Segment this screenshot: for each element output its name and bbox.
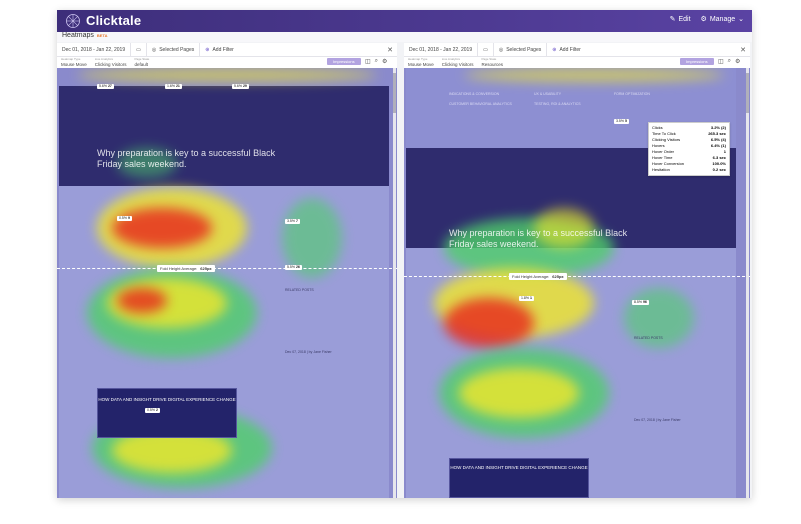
heat-blob (117, 288, 167, 313)
element-stats-tooltip: Clicks 3.2% (2) Time To Click 265.3 sec Cl… (648, 122, 730, 176)
page-state-select[interactable]: Page State Resources (477, 57, 507, 67)
edit-label: Edit (678, 15, 691, 23)
click-badge: 0.5% 2 (145, 408, 160, 413)
clicktale-logo-icon (66, 14, 80, 28)
heat-blob (459, 368, 579, 418)
click-badge: 1.8% 1 (519, 296, 534, 301)
pages-icon: ◎ (151, 46, 157, 53)
menu-item[interactable]: INDICATIONS & CONVERSION (449, 92, 499, 96)
page-hero (59, 86, 389, 186)
manage-button[interactable]: ⚙ Manage ⌄ (700, 15, 744, 24)
filter-bar: Dec 01, 2018 - Jan 22, 2019 ▭ ◎ Selected … (404, 43, 750, 57)
page-title: Heatmaps BETA (62, 32, 108, 39)
menu-item[interactable]: UX & USABILITY (534, 92, 561, 96)
pencil-icon: ✎ (669, 16, 676, 23)
heat-blob (77, 68, 377, 82)
fold-height-label: Fold Height Average: 625px (157, 265, 215, 272)
heat-blob (444, 298, 534, 348)
filter-bar: Dec 01, 2018 - Jan 22, 2019 ▭ ◎ Selected … (57, 43, 397, 57)
settings-icon[interactable]: ⚙ (735, 58, 740, 65)
zoom-icon[interactable]: ⌕ (728, 58, 731, 65)
device-selector[interactable]: ▭ (131, 43, 147, 56)
plus-icon: ⊕ (205, 46, 210, 53)
click-badge: 5.5% 26 (285, 265, 302, 270)
tooltip-row: Hesitation 0.2 sec (652, 167, 726, 172)
camera-icon[interactable]: ◫ (365, 58, 371, 65)
heat-blob (464, 68, 724, 82)
scroll-thumb[interactable] (393, 73, 396, 113)
heatmap-type-select[interactable]: Heatmap Type Mouse Move (57, 57, 91, 67)
selected-pages-filter[interactable]: ◎ Selected Pages (147, 43, 201, 56)
post-date-text: Dec 07, 2018 | by Jane Fisher (634, 418, 681, 422)
click-badge: 5.6% 29 (232, 84, 249, 89)
left-scrollbar[interactable] (393, 68, 396, 498)
fold-line (57, 268, 397, 269)
edit-button[interactable]: ✎ Edit (669, 15, 691, 24)
heatmap-viewport: Why preparation is key to a successful B… (57, 68, 397, 498)
promo-banner: HOW DATA AND INSIGHT DRIVE DIGITAL EXPER… (97, 388, 237, 438)
settings-icon[interactable]: ⚙ (382, 58, 387, 65)
page-state-select[interactable]: Page State default (130, 57, 153, 67)
device-selector[interactable]: ▭ (478, 43, 494, 56)
beta-badge: BETA (96, 32, 108, 38)
impressions-button[interactable]: Impressions (680, 58, 714, 65)
post-date-text: Dec 07, 2018 | by Jane Fisher (285, 350, 332, 354)
right-scrollbar[interactable] (746, 68, 749, 498)
date-range-picker[interactable]: Dec 01, 2018 - Jan 22, 2019 (57, 43, 132, 56)
left-heatmap-pane: Dec 01, 2018 - Jan 22, 2019 ▭ ◎ Selected … (57, 43, 397, 498)
close-icon[interactable]: ✕ (740, 46, 750, 54)
heatmap-type-select[interactable]: Heatmap Type Mouse Move (404, 57, 438, 67)
click-badge: 5.6% 27 (97, 84, 114, 89)
click-badge: 0.5% 9 (117, 216, 132, 221)
menu-item[interactable]: TESTING, ROI & ANALYTICS (534, 102, 581, 106)
click-badge: 8.5% 96 (632, 300, 649, 305)
chevron-down-icon: ⌄ (738, 16, 744, 23)
impressions-button[interactable]: Impressions (327, 58, 361, 65)
plus-icon: ⊕ (552, 46, 557, 53)
selected-pages-filter[interactable]: ◎ Selected Pages (494, 43, 548, 56)
add-filter-button[interactable]: ⊕ Add Filter (547, 43, 586, 56)
click-badge: 1.6% 21 (165, 84, 182, 89)
subheader (57, 32, 752, 42)
top-bar: Clicktale ✎ Edit ⚙ Manage ⌄ (57, 10, 752, 32)
monitor-icon: ▭ (483, 46, 488, 53)
gear-icon: ⚙ (700, 16, 707, 23)
fold-height-label: Fold Height Average: 625px (509, 273, 567, 280)
add-filter-button[interactable]: ⊕ Add Filter (200, 43, 239, 56)
related-posts-label: RELATED POSTS (285, 288, 314, 292)
heat-blob (112, 208, 212, 248)
segment-select[interactable]: Live Analytics Clicking Visitors (438, 57, 478, 67)
app-window: Clicktale ✎ Edit ⚙ Manage ⌄ Heatmaps BETA… (57, 10, 752, 498)
brand-name: Clicktale (86, 13, 142, 28)
hero-title: Why preparation is key to a successful B… (97, 148, 276, 169)
related-posts-label: RELATED POSTS (634, 336, 663, 340)
click-badge: 3.5% 5 (614, 119, 629, 124)
zoom-icon[interactable]: ⌕ (375, 58, 378, 65)
promo-banner: HOW DATA AND INSIGHT DRIVE DIGITAL EXPER… (449, 458, 589, 498)
date-range-picker[interactable]: Dec 01, 2018 - Jan 22, 2019 (404, 43, 479, 56)
segment-select[interactable]: Live Analytics Clicking Visitors (91, 57, 131, 67)
camera-icon[interactable]: ◫ (718, 58, 724, 65)
pages-icon: ◎ (498, 46, 504, 53)
menu-item[interactable]: FORM OPTIMIZATION (614, 92, 650, 96)
heatmap-viewport: INDICATIONS & CONVERSION CUSTOMER BEHAVI… (404, 68, 750, 498)
close-icon[interactable]: ✕ (387, 46, 397, 54)
hero-title: Why preparation is key to a successful B… (449, 228, 628, 249)
scroll-thumb[interactable] (746, 73, 749, 113)
menu-item[interactable]: CUSTOMER BEHAVIORAL ANALYTICS (449, 102, 512, 106)
monitor-icon: ▭ (136, 46, 141, 53)
manage-label: Manage (709, 15, 736, 23)
fold-line (404, 276, 750, 277)
click-badge: 3.5% 7 (285, 219, 300, 224)
right-heatmap-pane: Dec 01, 2018 - Jan 22, 2019 ▭ ◎ Selected … (404, 43, 750, 498)
